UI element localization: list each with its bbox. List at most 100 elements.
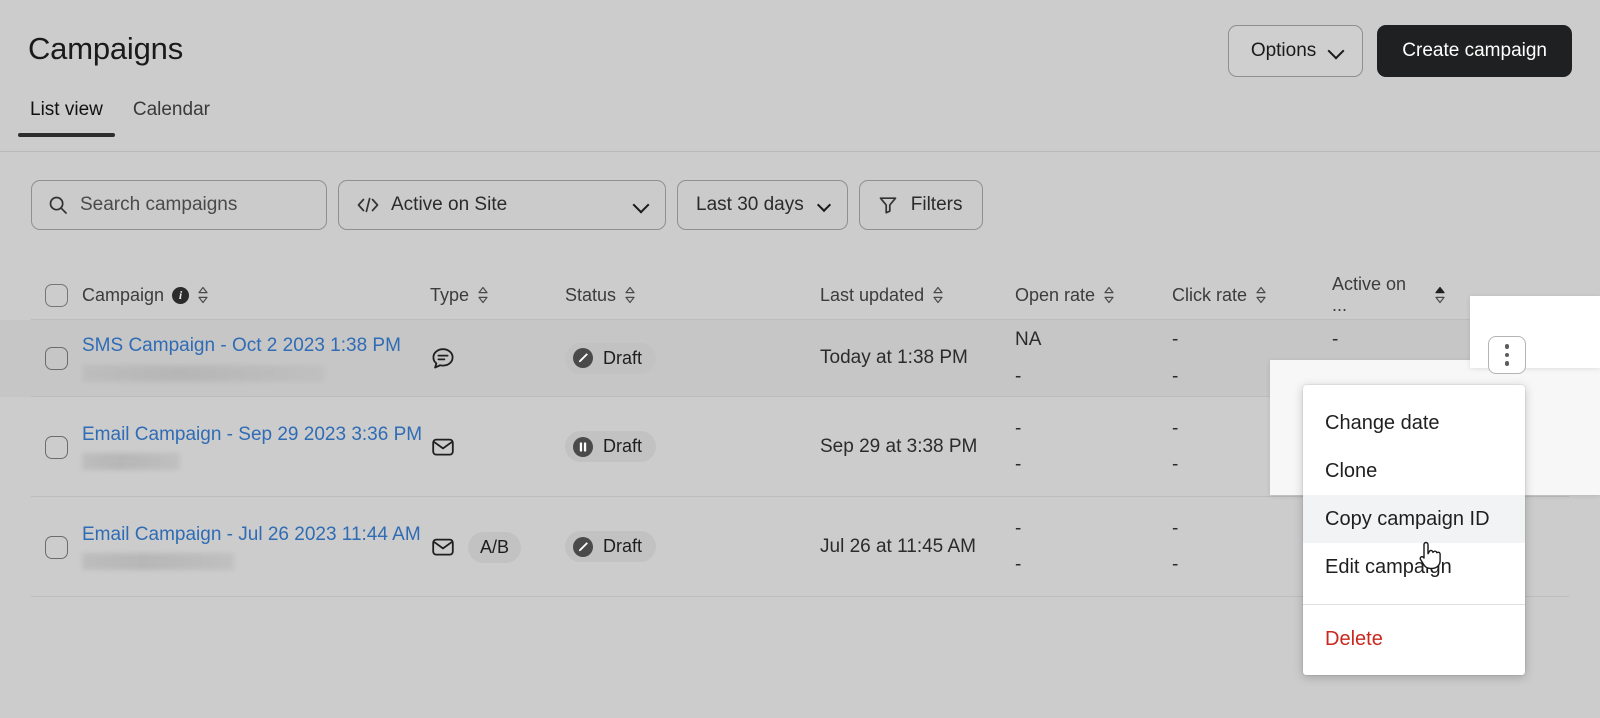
column-header-active-on-label: Active on ...: [1332, 274, 1426, 316]
open-rate-cell: - -: [1015, 411, 1172, 483]
sort-icon-active[interactable]: [1434, 285, 1446, 305]
campaign-name-cell: SMS Campaign - Oct 2 2023 1:38 PM: [82, 335, 430, 381]
options-button[interactable]: Options: [1228, 25, 1363, 77]
row-select-cell: [45, 436, 76, 459]
view-tabs: List view Calendar: [28, 93, 212, 137]
search-icon: [48, 195, 68, 215]
column-header-last-updated-label: Last updated: [820, 285, 924, 306]
redacted-subtitle: [82, 553, 234, 570]
select-all-cell: [45, 284, 76, 307]
row-select-cell: [45, 347, 76, 370]
ab-test-badge: A/B: [468, 532, 521, 563]
column-header-click-rate[interactable]: Click rate: [1172, 285, 1332, 306]
campaign-type-cell: A/B: [430, 532, 565, 563]
date-range-label: Last 30 days: [696, 194, 804, 216]
search-placeholder: Search campaigns: [80, 194, 237, 216]
campaign-type-cell: [430, 434, 565, 460]
campaign-status-cell: Draft: [565, 431, 820, 463]
sort-icon[interactable]: [1103, 285, 1115, 305]
last-updated-cell: Jul 26 at 11:45 AM: [820, 529, 1015, 565]
click-rate-value: -: [1172, 329, 1178, 350]
open-rate-value: -: [1015, 418, 1021, 439]
column-header-status-label: Status: [565, 285, 616, 306]
table-header-row: Campaign i Type: [0, 270, 1600, 320]
row-actions-menu: Change date Clone Copy campaign ID Edit …: [1303, 385, 1525, 675]
sort-icon[interactable]: [197, 285, 209, 305]
open-rate-cell: - -: [1015, 511, 1172, 583]
campaign-type-cell: [430, 346, 565, 372]
create-campaign-label: Create campaign: [1402, 40, 1547, 62]
campaign-link[interactable]: Email Campaign - Sep 29 2023 3:36 PM: [82, 424, 430, 446]
filters-button[interactable]: Filters: [859, 180, 984, 230]
date-range-select[interactable]: Last 30 days: [677, 180, 848, 230]
select-all-checkbox[interactable]: [45, 284, 68, 307]
column-header-type-label: Type: [430, 285, 469, 306]
column-header-last-updated[interactable]: Last updated: [820, 285, 1015, 306]
kebab-dot: [1505, 353, 1510, 358]
page-title: Campaigns: [28, 31, 183, 67]
campaign-link[interactable]: SMS Campaign - Oct 2 2023 1:38 PM: [82, 335, 430, 357]
column-header-open-rate[interactable]: Open rate: [1015, 285, 1172, 306]
menu-item-delete[interactable]: Delete: [1303, 615, 1525, 663]
filter-bar: Search campaigns Active on Site Last 30 …: [31, 180, 983, 230]
last-updated-value: Sep 29 at 3:38 PM: [820, 436, 977, 457]
tab-list-view[interactable]: List view: [28, 93, 105, 137]
column-header-open-rate-label: Open rate: [1015, 285, 1095, 306]
column-header-campaign-label: Campaign: [82, 285, 164, 306]
search-input[interactable]: Search campaigns: [31, 180, 327, 230]
header-actions: Options Create campaign: [1228, 25, 1572, 77]
pencil-circle-icon: [572, 347, 594, 369]
open-rate-value: NA: [1015, 329, 1041, 350]
sort-icon[interactable]: [932, 285, 944, 305]
funnel-icon: [878, 195, 898, 215]
kebab-dot: [1505, 344, 1510, 349]
campaign-link[interactable]: Email Campaign - Jul 26 2023 11:44 AM: [82, 524, 430, 546]
campaign-status-cell: Draft: [565, 343, 820, 375]
column-header-status[interactable]: Status: [565, 285, 820, 306]
status-badge-label: Draft: [603, 436, 642, 457]
status-badge: Draft: [565, 343, 656, 374]
chevron-down-icon: [818, 199, 831, 212]
pause-circle-icon: [572, 436, 594, 458]
info-circle-icon[interactable]: i: [172, 287, 189, 304]
chevron-down-icon: [1329, 44, 1344, 59]
row-checkbox[interactable]: [45, 347, 68, 370]
active-on-value: -: [1332, 329, 1338, 350]
menu-item-edit-campaign[interactable]: Edit campaign: [1303, 543, 1525, 591]
menu-item-copy-campaign-id[interactable]: Copy campaign ID: [1303, 495, 1525, 543]
envelope-icon: [430, 434, 456, 460]
menu-item-clone[interactable]: Clone: [1303, 447, 1525, 495]
tab-list-view-label: List view: [30, 99, 103, 120]
status-badge: Draft: [565, 531, 656, 562]
sort-icon[interactable]: [1255, 285, 1267, 305]
sort-icon[interactable]: [477, 285, 489, 305]
menu-item-clone-label: Clone: [1325, 460, 1377, 483]
menu-item-copy-campaign-id-label: Copy campaign ID: [1325, 508, 1490, 531]
row-checkbox[interactable]: [45, 436, 68, 459]
click-rate-value: -: [1172, 418, 1178, 439]
last-updated-cell: Sep 29 at 3:38 PM: [820, 429, 1015, 465]
menu-item-change-date[interactable]: Change date: [1303, 399, 1525, 447]
status-badge-label: Draft: [603, 348, 642, 369]
column-header-active-on[interactable]: Active on ...: [1332, 274, 1482, 316]
more-vertical-icon[interactable]: [1488, 336, 1526, 374]
options-button-label: Options: [1251, 40, 1316, 62]
filters-button-label: Filters: [911, 194, 963, 216]
campaign-name-cell: Email Campaign - Sep 29 2023 3:36 PM: [82, 424, 430, 470]
column-header-type[interactable]: Type: [430, 285, 565, 306]
open-rate-subvalue: -: [1015, 447, 1172, 483]
status-badge-label: Draft: [603, 536, 642, 557]
create-campaign-button[interactable]: Create campaign: [1377, 25, 1572, 77]
column-header-campaign[interactable]: Campaign i: [82, 285, 430, 306]
tab-calendar[interactable]: Calendar: [131, 93, 212, 137]
channel-filter-select[interactable]: Active on Site: [338, 180, 666, 230]
column-header-click-rate-label: Click rate: [1172, 285, 1247, 306]
row-select-cell: [45, 536, 76, 559]
redacted-subtitle: [82, 365, 325, 382]
tab-calendar-label: Calendar: [133, 99, 210, 120]
sort-icon[interactable]: [624, 285, 636, 305]
status-badge: Draft: [565, 431, 656, 462]
row-checkbox[interactable]: [45, 536, 68, 559]
open-rate-cell: NA -: [1015, 322, 1172, 394]
campaign-name-cell: Email Campaign - Jul 26 2023 11:44 AM: [82, 524, 430, 570]
